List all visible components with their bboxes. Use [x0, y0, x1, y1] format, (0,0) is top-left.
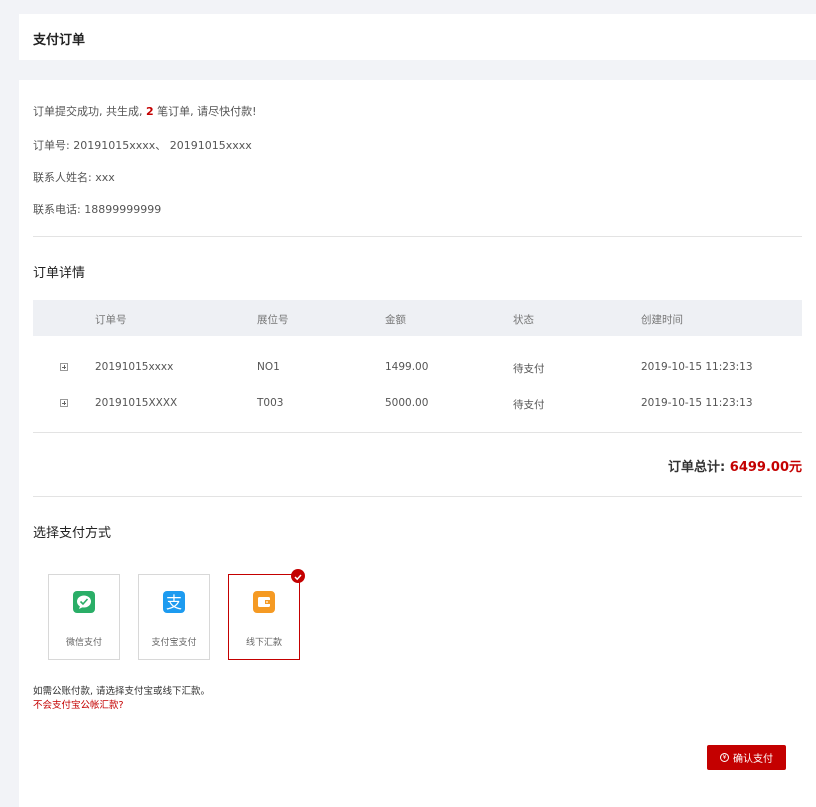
order-numbers: 订单号: 20191015xxxx、 20191015xxxx	[33, 137, 252, 153]
order-no-label: 订单号:	[33, 139, 70, 152]
svg-text:支: 支	[166, 593, 182, 612]
cell-booth: NO1	[257, 361, 280, 373]
payment-option-label: 线下汇款	[245, 638, 282, 648]
order-detail-title: 订单详情	[33, 266, 86, 281]
expand-icon[interactable]	[60, 399, 68, 407]
page-title: 支付订单	[33, 33, 86, 48]
column-booth: 展位号	[257, 314, 289, 326]
payment-option-alipay[interactable]: 支 支付宝支付	[138, 574, 210, 660]
payment-option-offline[interactable]: 线下汇款	[228, 569, 305, 660]
submit-success-message: 订单提交成功, 共生成, 2 笔订单, 请尽快付款!	[33, 103, 257, 119]
column-status: 状态	[513, 314, 534, 326]
alipay-icon: 支	[163, 591, 185, 613]
cell-amount: 1499.00	[385, 361, 429, 373]
cell-created: 2019-10-15 11:23:13	[641, 361, 753, 373]
cell-status: 待支付	[513, 399, 545, 411]
table-header: 订单号 展位号 金额 状态 创建时间	[33, 300, 802, 336]
contact-phone-label: 联系电话:	[33, 203, 81, 216]
order-card: 订单提交成功, 共生成, 2 笔订单, 请尽快付款! 订单号: 20191015…	[19, 80, 816, 807]
payment-option-label: 微信支付	[65, 638, 102, 648]
contact-name-value: xxx	[95, 171, 115, 184]
payment-option-wechat[interactable]: 微信支付	[48, 574, 120, 660]
total-amount: 6499.00元	[729, 460, 802, 475]
cell-order-no: 20191015xxxx	[95, 361, 174, 373]
order-no-value: 20191015xxxx、 20191015xxxx	[73, 139, 252, 152]
expand-icon[interactable]	[60, 363, 68, 371]
order-count: 2	[146, 105, 154, 118]
column-created: 创建时间	[641, 314, 683, 326]
table-row: 20191015XXXX T003 5000.00 待支付 2019-10-15…	[33, 389, 802, 419]
payment-method-title: 选择支付方式	[33, 526, 112, 541]
confirm-payment-label: 确认支付	[733, 754, 773, 765]
page-header: 支付订单	[19, 14, 816, 60]
cell-created: 2019-10-15 11:23:13	[641, 397, 753, 409]
total-label: 订单总计:	[668, 460, 726, 475]
contact-phone: 联系电话: 18899999999	[33, 201, 161, 217]
success-text: 订单提交成功, 共生成,	[33, 105, 143, 118]
yen-circle-icon: ¥	[720, 753, 729, 762]
confirm-payment-button[interactable]: ¥ 确认支付	[707, 745, 786, 770]
table-row: 20191015xxxx NO1 1499.00 待支付 2019-10-15 …	[33, 353, 802, 383]
divider	[33, 496, 802, 497]
alipay-help-link[interactable]: 不会支付宝公帐汇款?	[33, 697, 124, 711]
contact-name: 联系人姓名: xxx	[33, 169, 115, 185]
order-total: 订单总计: 6499.00元	[668, 456, 802, 475]
divider	[33, 236, 802, 237]
contact-phone-value: 18899999999	[84, 203, 162, 216]
cell-booth: T003	[257, 397, 284, 409]
cell-amount: 5000.00	[385, 397, 429, 409]
success-text-suffix: 笔订单, 请尽快付款!	[157, 105, 257, 118]
cell-order-no: 20191015XXXX	[95, 397, 178, 409]
cell-status: 待支付	[513, 363, 545, 375]
wallet-icon	[253, 591, 275, 613]
divider	[33, 432, 802, 433]
payment-note: 如需公账付款, 请选择支付宝或线下汇款。	[33, 686, 211, 697]
selected-check-icon	[291, 569, 305, 583]
column-order-no: 订单号	[95, 314, 127, 326]
column-amount: 金额	[385, 314, 406, 326]
payment-option-label: 支付宝支付	[151, 638, 197, 648]
wechat-pay-icon	[73, 591, 95, 613]
contact-name-label: 联系人姓名:	[33, 171, 92, 184]
